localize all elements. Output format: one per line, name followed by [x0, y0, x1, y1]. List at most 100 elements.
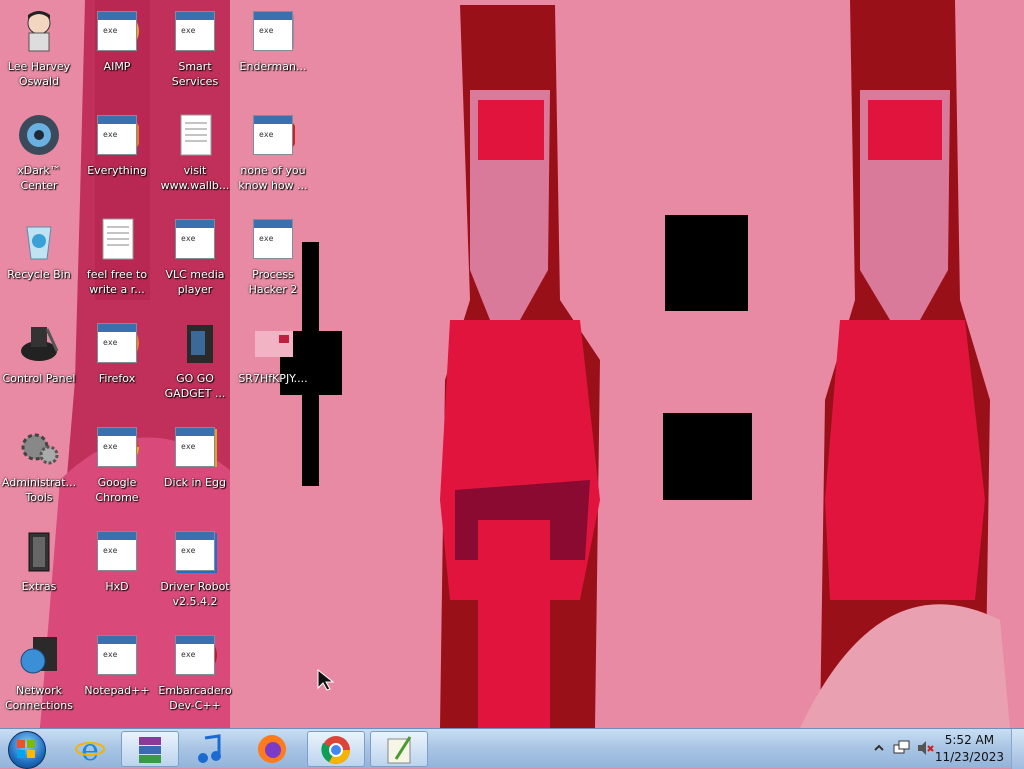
image-file-icon	[251, 321, 295, 365]
desktop-icon-aimp[interactable]: exe AIMP	[78, 4, 156, 102]
desktop-icon-vlc[interactable]: exe VLC media player	[156, 212, 234, 310]
desktop-icon-network-connections[interactable]: Network Connections	[0, 628, 78, 726]
taskbar-firefox[interactable]	[244, 731, 302, 767]
app-placeholder-icon: exe	[253, 219, 293, 259]
mouse-cursor-icon	[316, 668, 338, 692]
firefox-icon	[258, 735, 286, 763]
desktop-icon-recycle-bin[interactable]: Recycle Bin	[0, 212, 78, 310]
desktop-icon-sr7hfkpjy[interactable]: SR7HfKPJY....	[234, 316, 312, 414]
icon-label: xDark™ Center	[17, 164, 61, 192]
desktop-icon-firefox[interactable]: exe Firefox	[78, 316, 156, 414]
chrome-icon: exe	[95, 425, 139, 469]
firefox-icon: exe	[95, 321, 139, 365]
chevron-up-icon[interactable]	[874, 743, 884, 753]
desktop-icon-extras[interactable]: Extras	[0, 524, 78, 622]
desktop-icon-none-of-you[interactable]: exe none of you know how ...	[234, 108, 312, 206]
taskbar-winrar[interactable]	[121, 731, 179, 767]
icon-label: Everything	[87, 164, 147, 177]
desktop-icon-hxd[interactable]: Dexe HxD	[78, 524, 156, 622]
hxd-icon: Dexe	[95, 529, 139, 573]
svg-text:e: e	[81, 734, 99, 764]
icon-label: Administrat... Tools	[1, 476, 77, 504]
desktop-icon-visit-wallb[interactable]: visit www.wallb...	[156, 108, 234, 206]
icon-label: Google Chrome	[95, 476, 139, 504]
taskbar-chrome[interactable]	[307, 731, 365, 767]
icon-label: Driver Robot v2.5.4.2	[160, 580, 230, 608]
clock[interactable]: 5:52 AM 11/23/2023	[935, 732, 1004, 766]
icon-label: VLC media player	[165, 268, 225, 296]
app-placeholder-icon: exe	[97, 115, 137, 155]
app-placeholder-icon: exe	[253, 11, 293, 51]
egg-icon: eexe	[173, 425, 217, 469]
show-desktop-button[interactable]	[1011, 729, 1024, 769]
icon-label: Network Connections	[5, 684, 73, 712]
desktop-icon-lee-harvey-oswald[interactable]: Lee Harvey Oswald	[0, 4, 78, 102]
network-tray-icon[interactable]	[892, 739, 910, 757]
desktop-icon-dick-in-egg[interactable]: eexe Dick in Egg	[156, 420, 234, 518]
desktop-icon-everything[interactable]: exe Everything	[78, 108, 156, 206]
desktop-icon-feel-free[interactable]: feel free to write a r...	[78, 212, 156, 310]
app-placeholder-icon: exe	[175, 635, 215, 675]
app-placeholder-icon: exe	[175, 427, 215, 467]
text-file-icon	[95, 217, 139, 261]
icon-label: Control Panel	[2, 372, 76, 385]
desktop-icon-notepad-plus[interactable]: exe Notepad++	[78, 628, 156, 726]
icon-label: HxD	[105, 580, 129, 593]
everything-icon: exe	[95, 113, 141, 157]
clock-time: 5:52 AM	[944, 733, 995, 747]
driver-robot-icon: exe	[173, 529, 217, 573]
desktop-icon-embarcadero-devcpp[interactable]: DEV+exe Embarcadero Dev-C++	[156, 628, 234, 726]
desktop-icon-administrative-tools[interactable]: Administrat... Tools	[0, 420, 78, 518]
icon-label: Firefox	[98, 372, 136, 385]
app-placeholder-icon: exe	[97, 531, 137, 571]
system-tray: 5:52 AM 11/23/2023	[864, 729, 1024, 769]
app-placeholder-icon: exe	[253, 115, 293, 155]
volume-muted-icon[interactable]	[916, 739, 934, 757]
app-placeholder-icon: exe	[175, 219, 215, 259]
icon-label: Dick in Egg	[164, 476, 226, 489]
icon-label: GO GO GADGET ...	[164, 372, 226, 400]
app-placeholder-icon: exe	[97, 427, 137, 467]
icon-label: Smart Services	[171, 60, 219, 88]
devcpp-icon: DEV+exe	[173, 633, 217, 677]
icon-label: Extras	[21, 580, 57, 593]
taskbar-music-player[interactable]	[182, 731, 240, 767]
icon-label: none of you know how ...	[238, 164, 308, 192]
start-button[interactable]	[3, 730, 49, 769]
desktop-icon-enderman[interactable]: exe Enderman...	[234, 4, 312, 102]
recycle-bin-icon	[17, 217, 61, 261]
admin-tools-icon	[17, 425, 61, 469]
process-hacker-icon: exe	[251, 217, 295, 261]
icon-label: Recycle Bin	[7, 268, 71, 281]
notepad-plus-icon: exe	[95, 633, 139, 677]
notepad-edit-icon	[387, 736, 412, 764]
app-placeholder-icon: exe	[97, 323, 137, 363]
desktop-icon-google-chrome[interactable]: exe Google Chrome	[78, 420, 156, 518]
text-file-icon	[173, 113, 217, 157]
taskbar-internet-explorer[interactable]: e	[62, 731, 120, 767]
desktop-icon-driver-robot[interactable]: exe Driver Robot v2.5.4.2	[156, 524, 234, 622]
desktop-icon-control-panel[interactable]: Control Panel	[0, 316, 78, 414]
aimp-icon: exe	[95, 9, 139, 53]
vlc-icon: exe	[173, 217, 217, 261]
desktop-icons: Lee Harvey Oswald xDark™ Center Recycle …	[0, 0, 1024, 728]
app-placeholder-icon: exe	[175, 531, 215, 571]
icon-label: Enderman...	[239, 60, 307, 73]
icon-label: SR7HfKPJY....	[238, 372, 308, 385]
music-player-icon	[198, 734, 221, 763]
desktop-icon-xdark-center[interactable]: xDark™ Center	[0, 108, 78, 206]
winrar-icon	[139, 737, 161, 763]
chrome-icon	[321, 736, 350, 764]
person-icon	[17, 9, 61, 53]
desktop-icon-process-hacker[interactable]: exe Process Hacker 2	[234, 212, 312, 310]
icon-label: feel free to write a r...	[86, 268, 148, 296]
internet-explorer-icon: e	[75, 734, 105, 764]
windows-flag-icon	[17, 740, 35, 758]
taskbar-notepad[interactable]	[370, 731, 428, 767]
control-panel-icon	[17, 321, 61, 365]
desktop-icon-smart-services[interactable]: exe Smart Services	[156, 4, 234, 102]
gadget-icon	[173, 321, 217, 365]
icon-label: Lee Harvey Oswald	[7, 60, 71, 88]
desktop-icon-go-go-gadget[interactable]: GO GO GADGET ...	[156, 316, 234, 414]
smart-services-icon: exe	[173, 9, 217, 53]
